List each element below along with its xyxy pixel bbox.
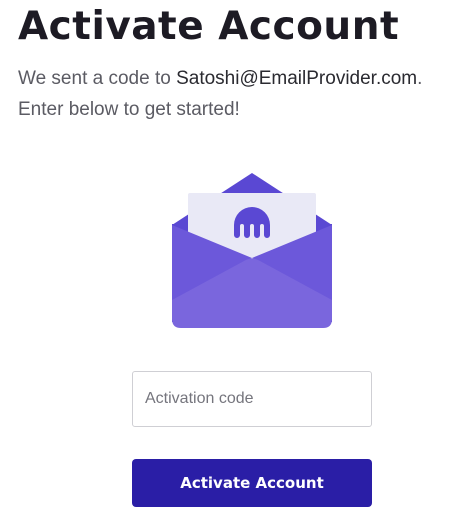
instructions-text: We sent a code to Satoshi@EmailProvider.… xyxy=(18,63,468,125)
page-title: Activate Account xyxy=(18,4,400,49)
instructions-period: . xyxy=(417,68,423,89)
activation-code-input[interactable] xyxy=(132,371,372,427)
activate-account-button[interactable]: Activate Account xyxy=(132,459,372,507)
instructions-line2: Enter below to get started! xyxy=(18,99,240,120)
email-address: Satoshi@EmailProvider.com xyxy=(176,68,418,89)
envelope-icon xyxy=(172,173,332,328)
instructions-prefix: We sent a code to xyxy=(18,68,177,89)
